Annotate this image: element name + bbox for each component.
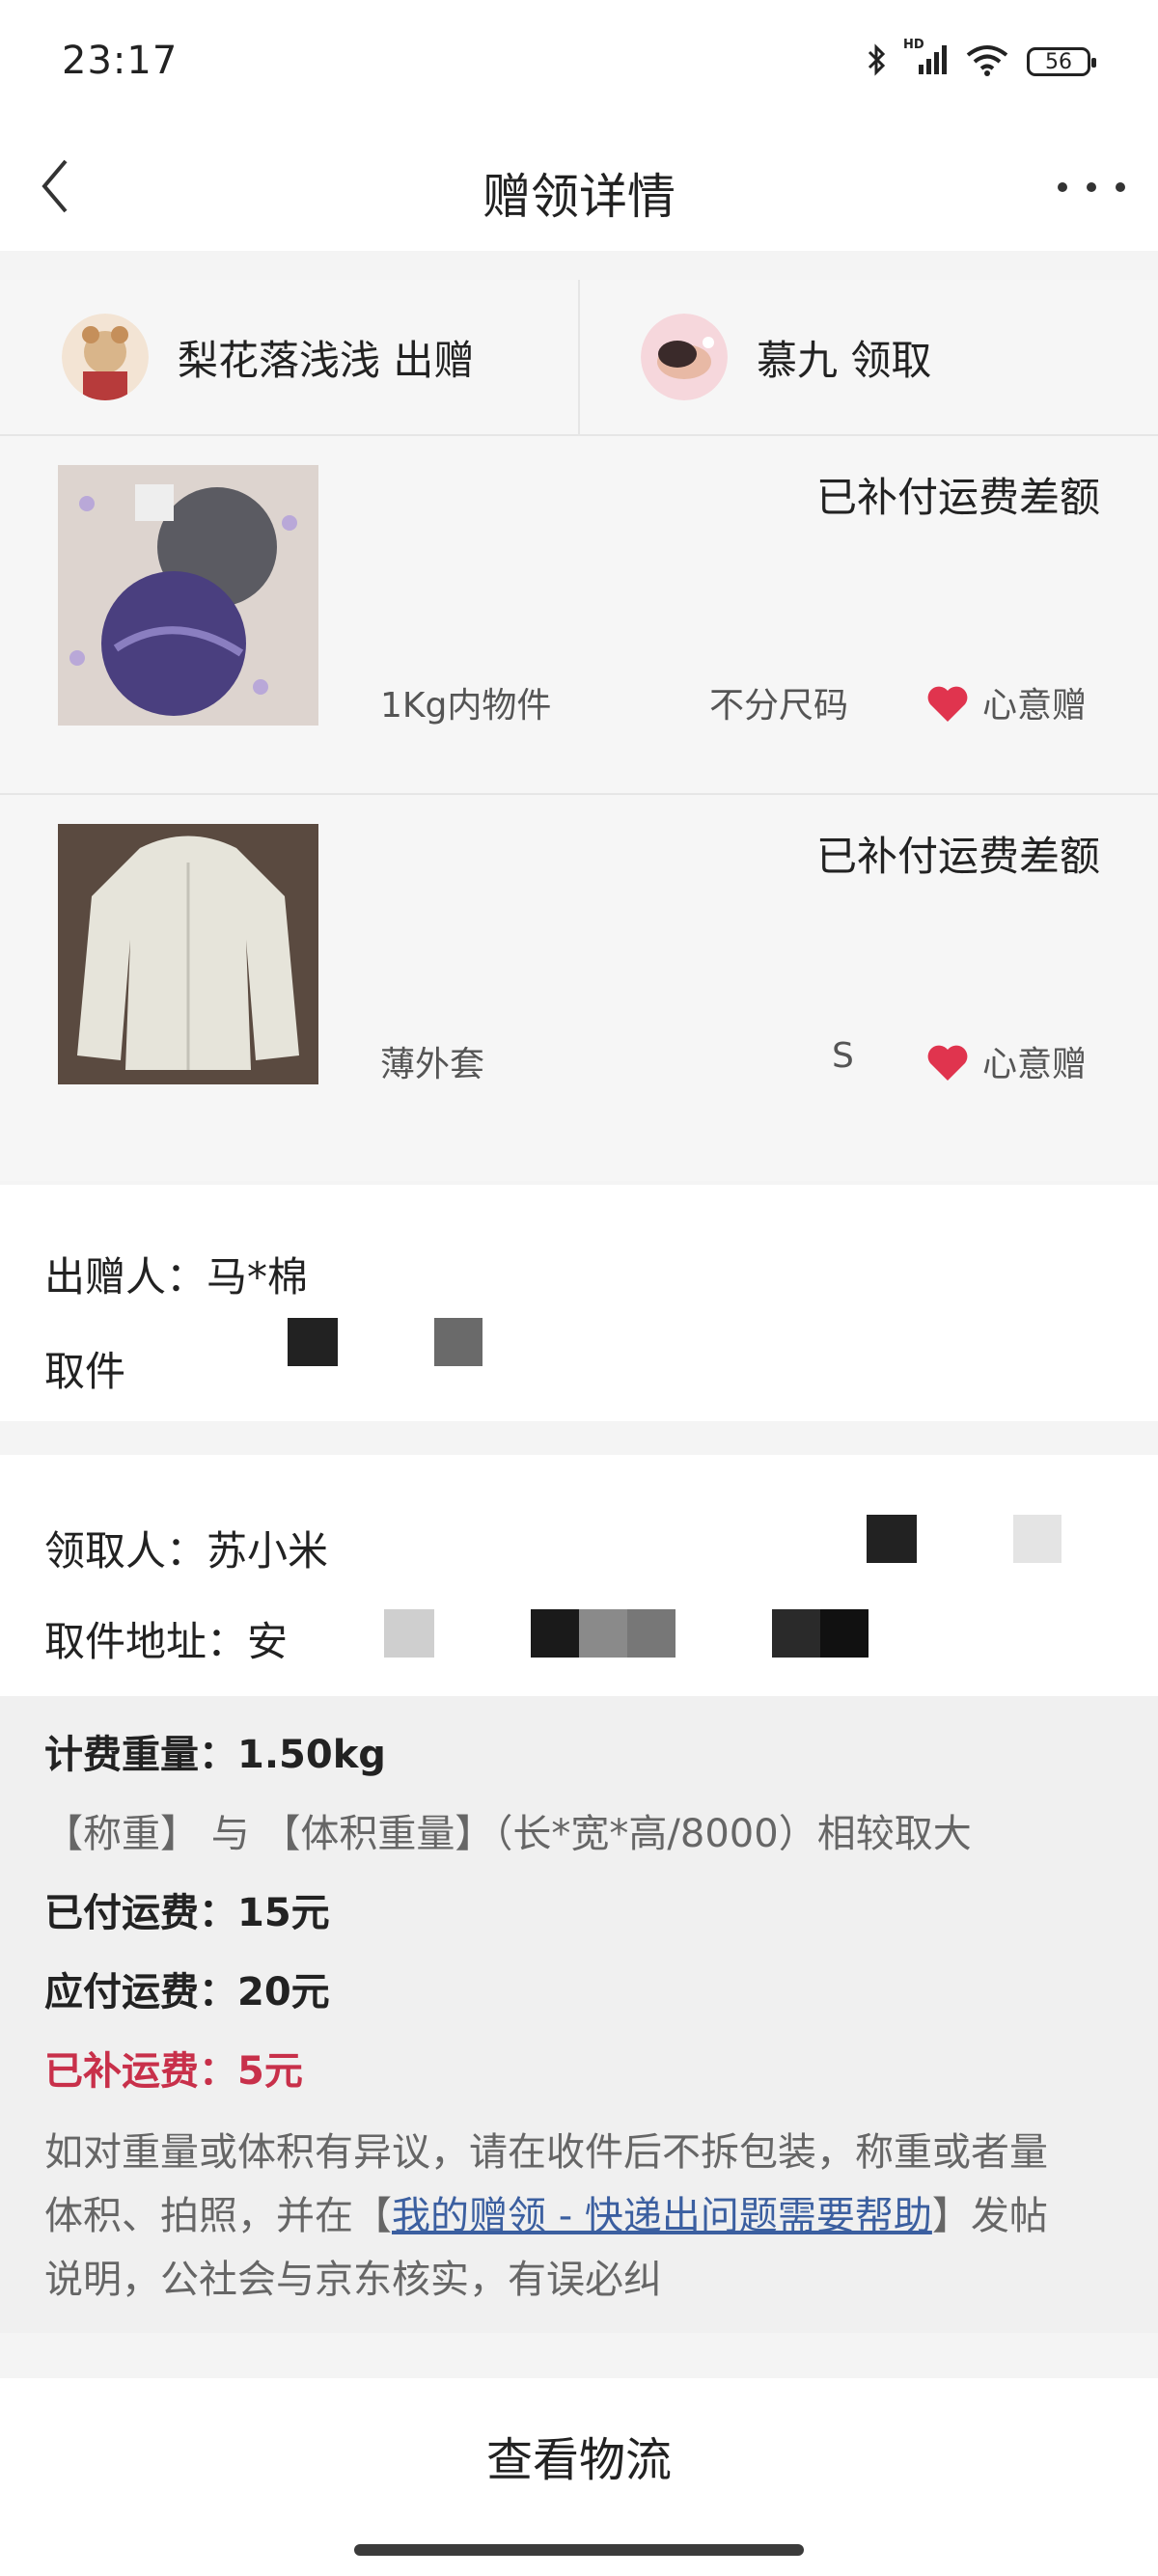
item-name: 薄外套: [380, 1045, 485, 1084]
due-fee-value: 20元: [237, 1970, 330, 2014]
redacted-block: [579, 1609, 627, 1658]
billing-weight-row: 计费重量：1.50kg: [44, 1723, 386, 1779]
receiver-name: 慕九 领取: [757, 336, 932, 384]
nav-bar: 赠领详情: [0, 125, 1158, 251]
redacted-block: [531, 1609, 579, 1658]
billing-weight-value: 1.50kg: [237, 1733, 386, 1777]
giver-user-cell[interactable]: 梨花落浅浅 出赠: [62, 280, 474, 434]
bottom-bar: 查看物流: [0, 2378, 1158, 2576]
supplement-fee-value: 5元: [237, 2049, 303, 2094]
item-size: 不分尺码: [709, 686, 849, 726]
supplement-fee-row: 已补运费：5元: [44, 2040, 303, 2096]
redacted-block: [288, 1318, 338, 1366]
sender-address-label: 取件: [44, 1348, 126, 1395]
avatar: [62, 314, 149, 400]
sender-card: 出赠人：马*棉 取件: [0, 1185, 1158, 1421]
receiver-label: 领取人：: [44, 1527, 207, 1575]
item-thumbnail-yarn: [58, 465, 318, 726]
billing-weight-label: 计费重量：: [44, 1733, 237, 1777]
page-title: 赠领详情: [482, 169, 676, 225]
network-type-label: HD: [903, 38, 924, 52]
dispute-text: 】发帖: [931, 2194, 1048, 2238]
more-options-button[interactable]: [1058, 168, 1125, 206]
dispute-text: 体积、拍照，并在【: [44, 2194, 392, 2238]
status-icons: HD 56: [867, 38, 1096, 81]
redacted-block: [1013, 1515, 1062, 1563]
sender-label: 出赠人：: [44, 1253, 207, 1301]
receiver-user-cell[interactable]: 慕九 领取: [641, 280, 931, 434]
heart-icon: [927, 686, 968, 722]
redacted-block: [867, 1515, 917, 1563]
item-tag: 心意赠: [982, 1045, 1088, 1084]
weight-note: 【称重】 与 【体积重量】（长*宽*高/8000）相较取大: [44, 1812, 972, 1856]
wifi-icon: [965, 43, 1009, 80]
home-indicator[interactable]: [354, 2544, 804, 2556]
gift-item[interactable]: 已补付运费差额 薄外套 S 心意赠: [0, 795, 1158, 1181]
bluetooth-icon: [867, 42, 888, 81]
dispute-line-3: 说明，公社会与京东核实，有误必纠: [44, 2258, 662, 2302]
item-name: 1Kg内物件: [380, 686, 552, 726]
redacted-block: [384, 1609, 434, 1658]
status-bar: 23:17 HD 56: [0, 0, 1158, 125]
shipping-fee-section: 计费重量：1.50kg 【称重】 与 【体积重量】（长*宽*高/8000）相较取…: [0, 1696, 1158, 2333]
more-dot-icon: [1087, 182, 1096, 192]
status-time: 23:17: [62, 39, 179, 83]
item-status: 已补付运费差额: [815, 833, 1100, 880]
due-fee-row: 应付运费：20元: [44, 1960, 330, 2016]
giver-name: 梨花落浅浅 出赠: [178, 336, 475, 384]
gift-item[interactable]: 已补付运费差额 1Kg内物件 不分尺码 心意赠: [0, 436, 1158, 795]
avatar: [641, 314, 728, 400]
heart-icon: [927, 1045, 968, 1081]
divider: [578, 280, 580, 434]
receiver-name: 苏小米: [207, 1527, 329, 1575]
users-row: 梨花落浅浅 出赠 慕九 领取: [0, 280, 1158, 436]
item-status: 已补付运费差额: [815, 474, 1100, 521]
dispute-note: 如对重量或体积有异议，请在收件后不拆包装，称重或者量 体积、拍照，并在【我的赠领…: [44, 2121, 1048, 2312]
item-thumbnail-jacket: [58, 824, 318, 1084]
help-link[interactable]: 我的赠领 - 快递出问题需要帮助: [392, 2194, 932, 2238]
dispute-line-2: 体积、拍照，并在【我的赠领 - 快递出问题需要帮助】发帖: [44, 2184, 1048, 2248]
due-fee-label: 应付运费：: [44, 1970, 237, 2014]
receiver-card: 领取人：苏小米 取件地址：安: [0, 1455, 1158, 1696]
receiver-row: 领取人：苏小米: [44, 1519, 328, 1577]
item-size: S: [832, 1036, 854, 1076]
receiver-address-row: 取件地址：安: [44, 1609, 288, 1668]
more-dot-icon: [1116, 182, 1125, 192]
paid-fee-value: 15元: [237, 1891, 330, 1935]
more-dot-icon: [1058, 182, 1067, 192]
paid-fee-row: 已付运费：15元: [44, 1881, 330, 1937]
view-logistics-button[interactable]: 查看物流: [0, 2378, 1158, 2533]
supplement-fee-label: 已补运费：: [44, 2049, 237, 2094]
battery-icon: 56: [1027, 47, 1096, 76]
sender-name: 马*棉: [207, 1253, 309, 1301]
redacted-block: [434, 1318, 482, 1366]
cellular-signal-icon: HD: [903, 38, 948, 80]
paid-fee-label: 已付运费：: [44, 1891, 237, 1935]
sender-row: 出赠人：马*棉: [44, 1245, 308, 1303]
receiver-address-start: 安: [247, 1618, 289, 1665]
dispute-line-1: 如对重量或体积有异议，请在收件后不拆包装，称重或者量: [44, 2130, 1048, 2175]
item-tag: 心意赠: [982, 686, 1088, 726]
redacted-block: [772, 1609, 820, 1658]
redacted-block: [627, 1609, 676, 1658]
receiver-address-label: 取件地址：: [44, 1618, 248, 1665]
redacted-block: [820, 1609, 868, 1658]
